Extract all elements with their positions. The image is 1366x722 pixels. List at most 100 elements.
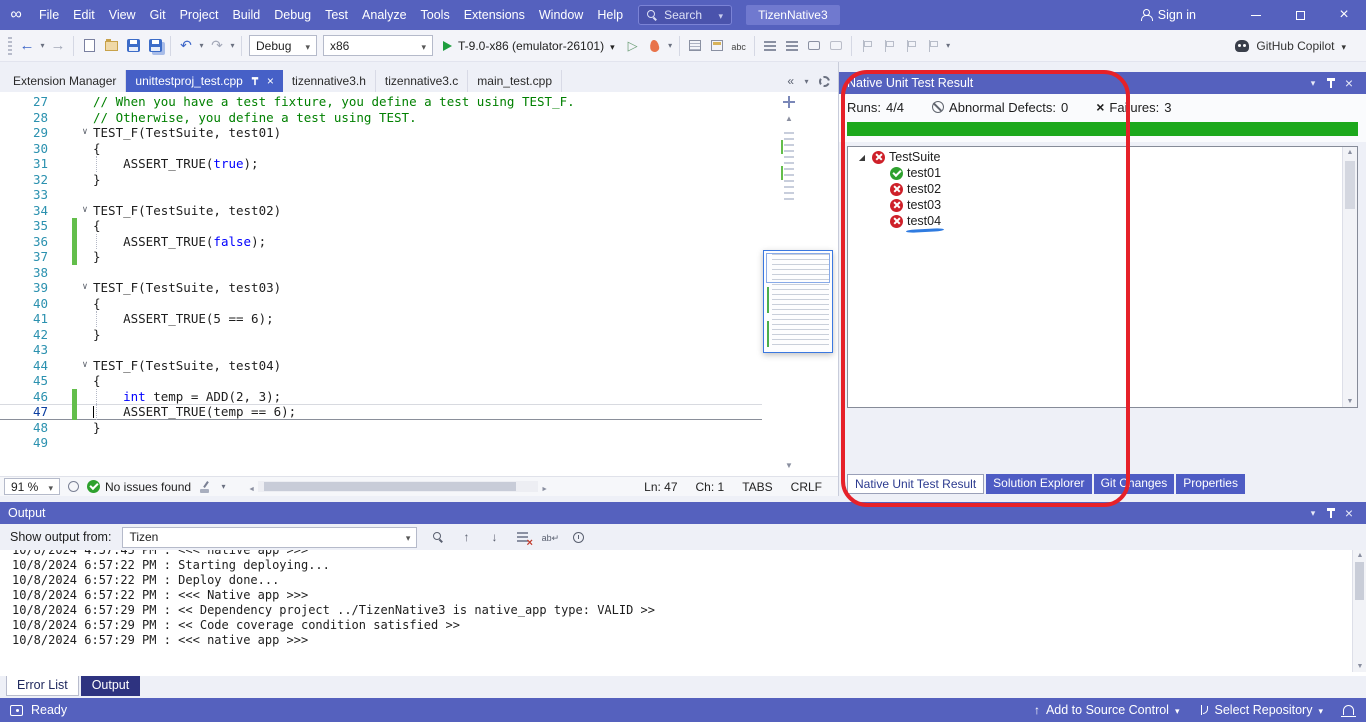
hot-reload-button[interactable]: [644, 34, 666, 58]
menu-edit[interactable]: Edit: [66, 0, 102, 30]
find-message-button[interactable]: [428, 527, 448, 547]
clear-all-button[interactable]: [512, 527, 532, 547]
select-repository-button[interactable]: Select Repository: [1200, 703, 1324, 717]
code-line[interactable]: 29∨TEST_F(TestSuite, test01): [0, 125, 762, 141]
code-line[interactable]: 30{: [0, 141, 762, 157]
bottom-tab-error-list[interactable]: Error List: [6, 676, 79, 696]
save-button[interactable]: [122, 34, 144, 58]
pin-button[interactable]: [1322, 507, 1340, 520]
code-line[interactable]: 40{: [0, 296, 762, 312]
code-line[interactable]: 47 ASSERT_TRUE(temp == 6);: [0, 404, 762, 420]
scroll-up-icon[interactable]: [1353, 552, 1366, 559]
window-position-caret[interactable]: [1304, 79, 1322, 88]
code-line[interactable]: 41 ASSERT_TRUE(5 == 6);: [0, 311, 762, 327]
github-copilot-button[interactable]: GitHub Copilot: [1235, 39, 1362, 53]
test-tree-item-test03[interactable]: test03: [848, 197, 1357, 213]
tab-main-test-cpp[interactable]: main_test.cpp: [468, 70, 562, 92]
menu-file[interactable]: File: [32, 0, 66, 30]
indent-increase-button[interactable]: [781, 34, 803, 58]
code-line[interactable]: 28// Otherwise, you define a test using …: [0, 110, 762, 126]
menu-window[interactable]: Window: [532, 0, 590, 30]
menu-help[interactable]: Help: [590, 0, 630, 30]
navigate-back-button[interactable]: [16, 34, 38, 58]
start-debug-button[interactable]: T-9.0-x86 (emulator-26101): [436, 34, 622, 58]
indent-decrease-button[interactable]: [759, 34, 781, 58]
menu-project[interactable]: Project: [173, 0, 226, 30]
code-line[interactable]: 27// When you have a test fixture, you d…: [0, 94, 762, 110]
scroll-left-icon[interactable]: [248, 480, 255, 494]
toolbar-grip[interactable]: [8, 37, 12, 55]
menu-analyze[interactable]: Analyze: [355, 0, 413, 30]
new-project-button[interactable]: [78, 34, 100, 58]
search-box[interactable]: Search: [638, 5, 732, 25]
code-line[interactable]: 36 ASSERT_TRUE(false);: [0, 234, 762, 250]
tabs-indicator[interactable]: TABS: [742, 480, 772, 494]
scroll-down-icon[interactable]: [1343, 398, 1357, 405]
output-scrollbar[interactable]: [1352, 550, 1366, 672]
menu-extensions[interactable]: Extensions: [457, 0, 532, 30]
undo-caret[interactable]: [197, 41, 206, 50]
tab-scroll-left-icon[interactable]: [787, 72, 794, 90]
menu-git[interactable]: Git: [143, 0, 173, 30]
zoom-dropdown[interactable]: 91 %: [4, 478, 60, 495]
tree-scrollbar[interactable]: [1342, 147, 1357, 407]
code-line[interactable]: 32}: [0, 172, 762, 188]
redo-button[interactable]: [206, 34, 228, 58]
output-log[interactable]: 10/8/2024 4:57:45 PM : <<< native app >>…: [0, 550, 1366, 676]
test-panel-header[interactable]: Native Unit Test Result: [839, 72, 1366, 94]
navigate-forward-button[interactable]: [47, 34, 69, 58]
next-message-button[interactable]: [484, 527, 504, 547]
add-to-source-control-button[interactable]: Add to Source Control: [1034, 703, 1180, 717]
scroll-up-icon[interactable]: [779, 114, 799, 123]
tab-tizennative3-h[interactable]: tizennative3.h: [283, 70, 376, 92]
document-health-icon[interactable]: [68, 481, 79, 492]
open-file-button[interactable]: [100, 34, 122, 58]
output-panel-header[interactable]: Output: [0, 502, 1366, 524]
code-line[interactable]: 46 int temp = ADD(2, 3);: [0, 389, 762, 405]
sign-in-button[interactable]: Sign in: [1140, 8, 1196, 22]
code-line[interactable]: 44∨TEST_F(TestSuite, test04): [0, 358, 762, 374]
tree-expander-icon[interactable]: ◢: [856, 153, 868, 162]
code-editor[interactable]: 27// When you have a test fixture, you d…: [0, 92, 838, 476]
tab-extension-manager[interactable]: Extension Manager: [4, 70, 126, 92]
code-line[interactable]: 39∨TEST_F(TestSuite, test03): [0, 280, 762, 296]
close-window-button[interactable]: [1322, 0, 1366, 30]
scroll-down-icon[interactable]: [1353, 663, 1366, 670]
close-panel-button[interactable]: [1340, 75, 1358, 91]
code-cleanup-caret[interactable]: [219, 482, 228, 491]
code-line[interactable]: 34∨TEST_F(TestSuite, test02): [0, 203, 762, 219]
maximize-button[interactable]: [1278, 0, 1322, 30]
code-line[interactable]: 45{: [0, 373, 762, 389]
column-indicator[interactable]: Ch: 1: [696, 480, 725, 494]
scroll-up-icon[interactable]: [1343, 149, 1357, 156]
test-tree-item-testsuite[interactable]: ◢TestSuite: [848, 149, 1357, 165]
tab-tizennative3-c[interactable]: tizennative3.c: [376, 70, 468, 92]
word-wrap-button[interactable]: [540, 527, 560, 547]
eol-indicator[interactable]: CRLF: [791, 480, 822, 494]
bookmark-toggle-button[interactable]: [856, 34, 878, 58]
notifications-bell-icon[interactable]: [1343, 705, 1354, 715]
comment-selection-button[interactable]: [803, 34, 825, 58]
bookmark-next-button[interactable]: [900, 34, 922, 58]
bookmark-previous-button[interactable]: [878, 34, 900, 58]
scroll-down-icon[interactable]: [779, 461, 799, 470]
tab-list-caret[interactable]: [802, 77, 811, 86]
tool-tab-properties[interactable]: Properties: [1176, 474, 1245, 494]
menu-tools[interactable]: Tools: [414, 0, 457, 30]
fold-chevron-icon[interactable]: ∨: [77, 358, 93, 374]
solution-button[interactable]: TizenNative3: [746, 5, 840, 25]
code-line[interactable]: 38: [0, 265, 762, 281]
line-indicator[interactable]: Ln: 47: [644, 480, 677, 494]
uncomment-selection-button[interactable]: [825, 34, 847, 58]
code-line[interactable]: 33: [0, 187, 762, 203]
scrollbar-thumb[interactable]: [264, 482, 516, 491]
word-completion-button[interactable]: [728, 34, 750, 58]
window-position-caret[interactable]: [1304, 509, 1322, 518]
timestamp-button[interactable]: [568, 527, 588, 547]
fold-chevron-icon[interactable]: ∨: [77, 280, 93, 296]
code-line[interactable]: 42}: [0, 327, 762, 343]
hot-reload-caret[interactable]: [666, 41, 675, 50]
previous-message-button[interactable]: [456, 527, 476, 547]
test-tree-item-test04[interactable]: test04: [848, 213, 1357, 229]
split-editor-handle[interactable]: [783, 96, 795, 108]
